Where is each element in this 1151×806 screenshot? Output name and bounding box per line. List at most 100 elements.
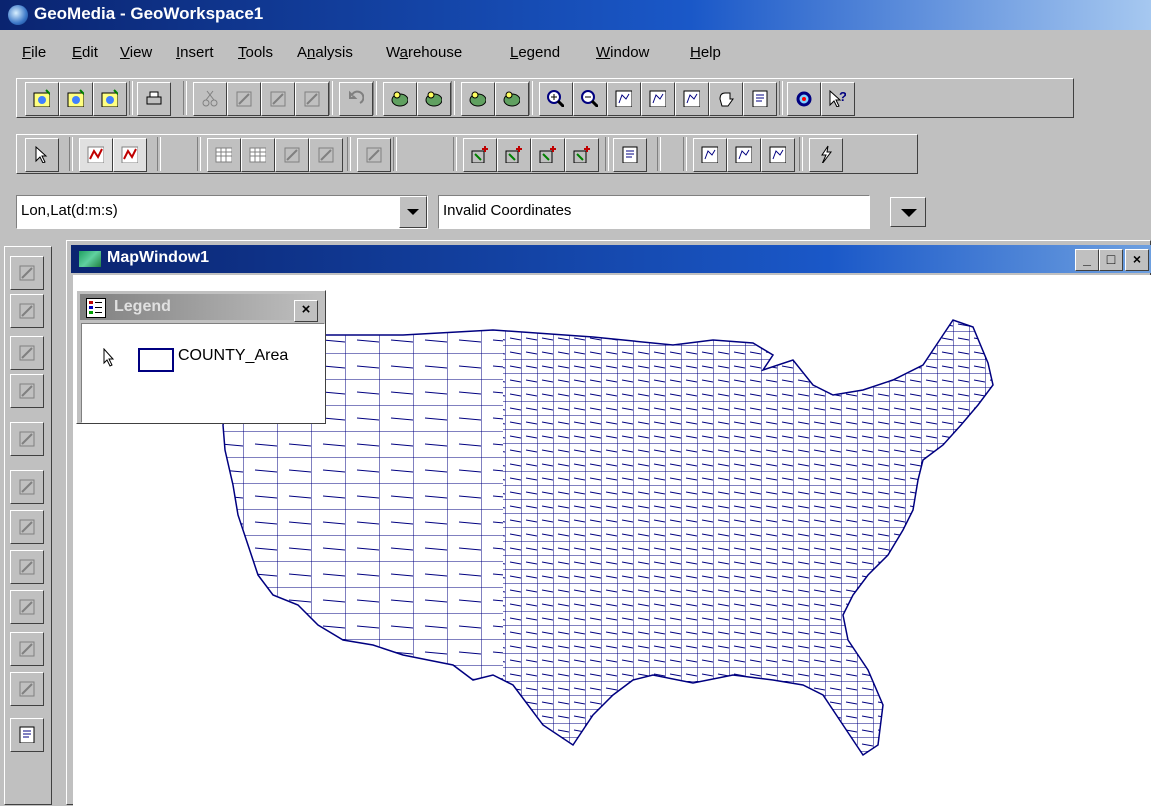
style-button[interactable]: [417, 82, 451, 116]
select-set-button[interactable]: [79, 138, 113, 172]
menu-view[interactable]: View: [120, 44, 152, 61]
paste-button[interactable]: [261, 82, 295, 116]
insert-feature-button[interactable]: [463, 138, 497, 172]
fit-all-button[interactable]: [607, 82, 641, 116]
attribute-icon: [284, 147, 300, 163]
menu-window[interactable]: Window: [596, 44, 649, 61]
rotate-icon: [19, 641, 35, 657]
open-workspace-button[interactable]: [59, 82, 93, 116]
whats-this-help-button[interactable]: ?: [821, 82, 855, 116]
save-workspace-button[interactable]: [93, 82, 127, 116]
print-button[interactable]: [137, 82, 171, 116]
smooth-button[interactable]: [10, 550, 44, 584]
toolbar-separator: [129, 81, 133, 115]
menu-file[interactable]: File: [22, 44, 46, 61]
insert-h-icon: [19, 383, 35, 399]
insert-area-button[interactable]: [531, 138, 565, 172]
table-2-icon: [249, 147, 266, 163]
refresh-button[interactable]: [743, 82, 777, 116]
close-button[interactable]: ×: [1125, 249, 1149, 271]
coordinate-readout-field[interactable]: Invalid Coordinates: [438, 195, 870, 229]
edit-geometry-button[interactable]: [10, 470, 44, 504]
spatial-filter-icon: [469, 91, 486, 107]
insert-line-button[interactable]: [565, 138, 599, 172]
copy-button[interactable]: [227, 82, 261, 116]
add-legend-entry-icon: [391, 91, 408, 107]
trim-button[interactable]: [10, 672, 44, 706]
split-icon: [19, 519, 35, 535]
select-set-2-button[interactable]: [113, 138, 147, 172]
properties-tool-button[interactable]: [10, 718, 44, 752]
select-tool-button[interactable]: [25, 138, 59, 172]
menu-legend[interactable]: Legend: [510, 44, 560, 61]
new-workspace-button[interactable]: [25, 82, 59, 116]
save-workspace-icon: [101, 89, 118, 107]
magnifier-button[interactable]: [787, 82, 821, 116]
cut-button[interactable]: [193, 82, 227, 116]
delete-geometry-button[interactable]: [10, 590, 44, 624]
legend-title-bar[interactable]: Legend ×: [80, 294, 322, 322]
select-set-icon: [87, 146, 104, 163]
continue-geometry-icon: [19, 431, 35, 447]
rotate-button[interactable]: [10, 632, 44, 666]
toolbar-separator: [529, 81, 533, 115]
insert-h-button[interactable]: [10, 374, 44, 408]
continue-geometry-button[interactable]: [10, 422, 44, 456]
zoom-out-icon: [581, 90, 598, 107]
spatial-filter-button[interactable]: [461, 82, 495, 116]
insert-record-button[interactable]: [309, 138, 343, 172]
split-button[interactable]: [10, 510, 44, 544]
map-window-button[interactable]: [693, 138, 727, 172]
fit-legend-button[interactable]: [641, 82, 675, 116]
toolbar-separator: [799, 137, 803, 171]
open-workspace-icon: [67, 89, 84, 107]
app-title-bar[interactable]: GeoMedia - GeoWorkspace1: [0, 0, 1151, 30]
insert-label-button[interactable]: [10, 294, 44, 328]
edit-geometry-icon: [19, 479, 35, 495]
insert-record-icon: [318, 147, 334, 163]
legend-swatch: [138, 348, 174, 372]
menu-tools[interactable]: Tools: [238, 44, 273, 61]
menu-warehouse[interactable]: Warehouse: [386, 44, 462, 61]
chevron-down-icon[interactable]: [399, 196, 427, 228]
menu-insert[interactable]: Insert: [176, 44, 214, 61]
label-button[interactable]: [357, 138, 391, 172]
insert-north-arrow-button[interactable]: [10, 256, 44, 290]
delete-geometry-icon: [19, 599, 35, 615]
polygon-select-icon: [769, 146, 786, 163]
properties-button[interactable]: [613, 138, 647, 172]
legend-window[interactable]: Legend × COUNTY_Area: [76, 290, 326, 424]
readout-dropdown-button[interactable]: [890, 197, 926, 227]
style-icon: [425, 91, 442, 107]
map-window-title-bar[interactable]: MapWindow1 _ □ ×: [71, 245, 1151, 273]
pan-button[interactable]: [709, 82, 743, 116]
toolbar-separator: [605, 137, 609, 171]
zoom-in-button[interactable]: [539, 82, 573, 116]
insert-text-button[interactable]: [10, 336, 44, 370]
legend-close-button[interactable]: ×: [294, 300, 318, 322]
insert-text-icon: [19, 345, 35, 361]
polygon-select-button[interactable]: [761, 138, 795, 172]
coordinate-system-select[interactable]: Lon,Lat(d:m:s): [16, 195, 428, 229]
table-button[interactable]: [207, 138, 241, 172]
copy-image-button[interactable]: [295, 82, 329, 116]
undo-button[interactable]: [339, 82, 373, 116]
minimize-button[interactable]: _: [1075, 249, 1099, 271]
menu-help[interactable]: Help: [690, 44, 721, 61]
menu-edit[interactable]: Edit: [72, 44, 98, 61]
lightning-button[interactable]: [809, 138, 843, 172]
zoom-out-button[interactable]: [573, 82, 607, 116]
attribute-button[interactable]: [275, 138, 309, 172]
map-window-icon: [701, 146, 718, 163]
table-2-button[interactable]: [241, 138, 275, 172]
feature-info-button[interactable]: [495, 82, 529, 116]
maximize-button[interactable]: □: [1099, 249, 1123, 271]
map-window-title: MapWindow1: [107, 249, 210, 266]
fit-selected-button[interactable]: [675, 82, 709, 116]
fence-button[interactable]: [727, 138, 761, 172]
toolbar-separator: [347, 137, 351, 171]
add-legend-entry-button[interactable]: [383, 82, 417, 116]
insert-point-icon: [505, 146, 522, 163]
menu-analysis[interactable]: Analysis: [297, 44, 353, 61]
insert-point-button[interactable]: [497, 138, 531, 172]
